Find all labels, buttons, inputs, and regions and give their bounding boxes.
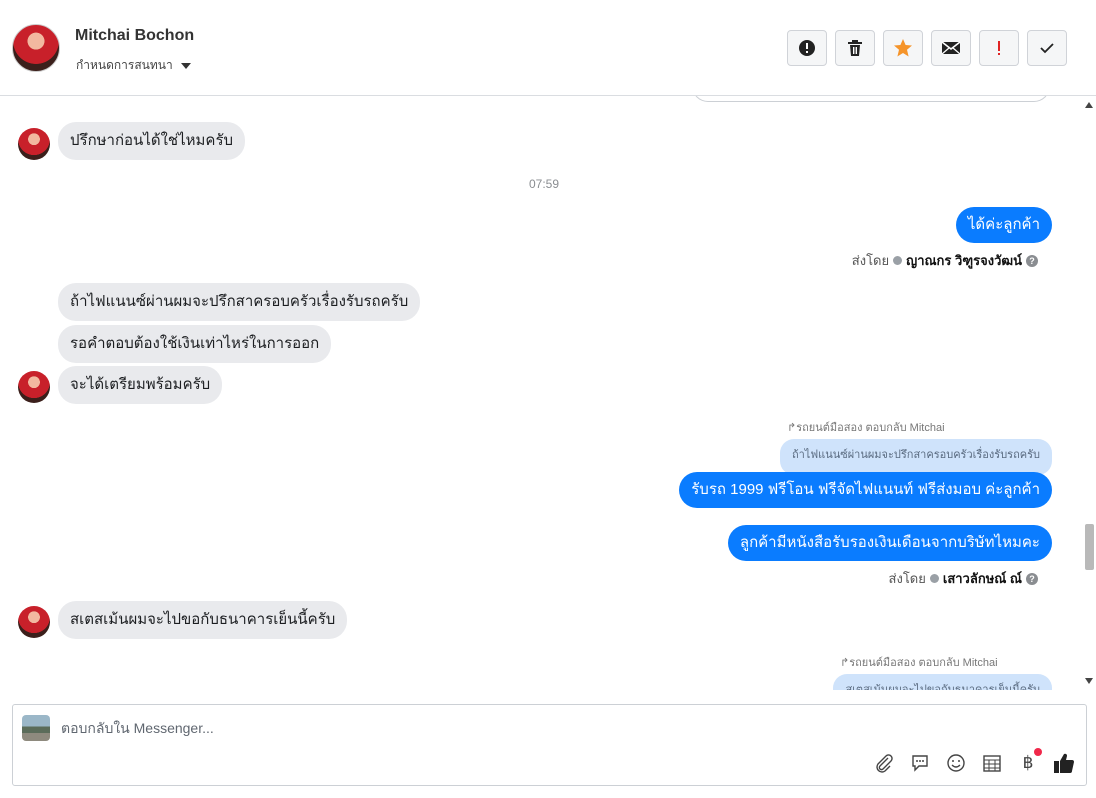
page-avatar xyxy=(22,715,50,741)
mark-unread-button[interactable] xyxy=(931,30,971,66)
spam-button[interactable] xyxy=(787,30,827,66)
alert-circle-icon xyxy=(799,40,815,56)
message-bubble-partial xyxy=(692,96,1050,102)
chat-bubble-icon xyxy=(912,755,928,772)
incoming-message[interactable]: รอคำตอบต้องใช้เงินเท่าไหร่ในการออก xyxy=(58,325,332,363)
baht-icon: ฿ xyxy=(1022,753,1034,772)
sender-avatar[interactable] xyxy=(18,606,50,638)
notification-dot xyxy=(1034,748,1042,756)
reply-arrow-icon: ↱ xyxy=(787,422,797,434)
mark-done-button[interactable] xyxy=(1027,30,1067,66)
checkmark-icon xyxy=(1040,43,1054,54)
sender-avatar[interactable] xyxy=(18,371,50,403)
label-dropdown[interactable]: กำหนดการสนทนา xyxy=(76,56,191,75)
appointment-button[interactable] xyxy=(980,751,1004,775)
sender-avatar[interactable] xyxy=(18,128,50,160)
quoted-message[interactable]: ถ้าไฟแนนซ์ผ่านผมจะปรึกสาครอบครัวเรื่องรั… xyxy=(779,439,1052,475)
contact-name[interactable]: Mitchai Bochon xyxy=(75,27,194,45)
attachment-button[interactable] xyxy=(872,751,896,775)
reply-input[interactable] xyxy=(61,717,961,739)
saved-replies-button[interactable] xyxy=(908,751,932,775)
reply-arrow-icon: ↱ xyxy=(840,657,850,669)
incoming-message[interactable]: ปรึกษาก่อนได้ใช่ไหมครับ xyxy=(58,122,246,160)
reply-label-text: รถยนต์มือสอง ตอบกลับ Mitchai xyxy=(849,657,998,669)
conversation-header: Mitchai Bochon กำหนดการสนทนา xyxy=(0,0,1096,96)
message-thread: ปรึกษาก่อนได้ใช่ไหมครับ 07:59 ได้ค่ะลูกค… xyxy=(0,96,1082,690)
sent-by-prefix: ส่งโดย xyxy=(851,253,890,268)
scroll-down-icon[interactable] xyxy=(1085,678,1093,684)
calendar-grid-icon xyxy=(983,755,1001,772)
sent-by-name[interactable]: ญาณกร วิฑูรจงวัฒน์ xyxy=(906,250,1022,271)
verified-icon xyxy=(893,256,903,265)
outgoing-message[interactable]: รับรถ 1999 ฟรีโอน ฟรีจัดไฟแนนท์ ฟรีส่งมอ… xyxy=(679,472,1052,508)
sent-by-prefix: ส่งโดย xyxy=(888,571,926,586)
sent-by-line: ส่งโดย ญาณกร วิฑูรจงวัฒน์ ? xyxy=(852,250,1038,271)
sent-by-name[interactable]: เสาวลักษณ์ ณ์ xyxy=(943,568,1022,589)
smiley-icon xyxy=(947,754,965,772)
delete-button[interactable] xyxy=(835,30,875,66)
help-icon[interactable]: ? xyxy=(1026,254,1038,267)
verified-icon xyxy=(929,574,939,583)
exclamation-icon xyxy=(998,41,1000,55)
emoji-button[interactable] xyxy=(944,751,968,775)
sent-by-line: ส่งโดย เสาวลักษณ์ ณ์ ? xyxy=(889,568,1038,589)
quoted-message[interactable]: สเตสเม้นผมจะไปขอกับธนาคารเย็นนี้ครับ xyxy=(833,674,1052,690)
like-button[interactable] xyxy=(1052,751,1076,775)
timestamp: 07:59 xyxy=(529,177,560,191)
incoming-message[interactable]: จะได้เตรียมพร้อมครับ xyxy=(58,366,223,404)
label-dropdown-text: กำหนดการสนทนา xyxy=(76,58,173,72)
reply-label: ↱รถยนต์มือสอง ตอบกลับ Mitchai xyxy=(787,418,945,436)
scrollbar-thumb[interactable] xyxy=(1085,524,1094,570)
important-button[interactable] xyxy=(979,30,1019,66)
incoming-message[interactable]: สเตสเม้นผมจะไปขอกับธนาคารเย็นนี้ครับ xyxy=(58,601,348,639)
envelope-icon xyxy=(941,41,961,55)
outgoing-message[interactable]: ได้ค่ะลูกค้า xyxy=(955,207,1052,243)
outgoing-message[interactable]: ลูกค้ามีหนังสือรับรองเงินเดือนจากบริษัทไ… xyxy=(727,525,1052,561)
paperclip-icon xyxy=(876,754,893,773)
incoming-message[interactable]: ถ้าไฟแนนซ์ผ่านผมจะปรึกสาครอบครัวเรื่องรั… xyxy=(58,283,421,321)
reply-label-text: รถยนต์มือสอง ตอบกลับ Mitchai xyxy=(796,422,945,434)
reply-label: ↱รถยนต์มือสอง ตอบกลับ Mitchai xyxy=(840,653,998,671)
star-button[interactable] xyxy=(883,30,923,66)
scrollbar[interactable] xyxy=(1082,96,1096,690)
message-composer: ฿ xyxy=(12,704,1087,786)
star-icon xyxy=(894,39,912,57)
contact-avatar[interactable] xyxy=(12,24,60,72)
thumbs-up-icon xyxy=(1054,753,1074,773)
trash-icon xyxy=(848,40,862,56)
help-icon[interactable]: ? xyxy=(1026,572,1038,585)
scroll-up-icon[interactable] xyxy=(1085,102,1093,108)
chevron-down-icon xyxy=(180,62,191,69)
